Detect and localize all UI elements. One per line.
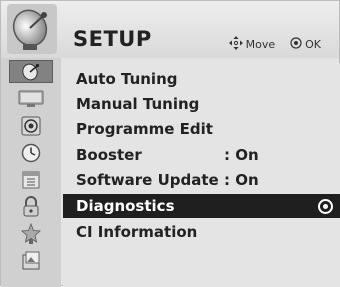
option-calendar-icon[interactable] [9, 168, 53, 191]
menu-header: SETUP Move OK [1, 1, 339, 58]
menu-item-booster[interactable]: Booster : On [63, 143, 340, 167]
setup-menu-window: SETUP Move OK Auto Tuning Manual Tuning … [0, 0, 340, 287]
setup-menu-list: Auto Tuning Manual Tuning Programme Edit Bo… [63, 63, 340, 287]
menu-item-programme-edit[interactable]: Programme Edit [63, 117, 340, 141]
category-sidebar [1, 58, 61, 287]
menu-item-value: : On [224, 171, 259, 189]
menu-item-manual-tuning[interactable]: Manual Tuning [63, 92, 340, 116]
menu-item-label: CI Information [76, 223, 198, 241]
menu-item-label: Diagnostics [76, 197, 175, 215]
ok-hint-label: OK [305, 38, 321, 51]
ok-button-icon [290, 37, 302, 52]
input-star-icon[interactable] [9, 222, 53, 245]
menu-item-label: Programme Edit [76, 120, 213, 138]
four-way-arrow-icon [228, 36, 243, 53]
lock-icon[interactable] [9, 195, 53, 218]
menu-item-value: : On [224, 146, 259, 164]
time-clock-icon[interactable] [9, 141, 53, 164]
menu-item-auto-tuning[interactable]: Auto Tuning [63, 67, 340, 91]
setup-dish-icon[interactable] [9, 60, 53, 83]
menu-item-software-update[interactable]: Software Update : On [63, 168, 340, 192]
page-title: SETUP [73, 27, 152, 51]
menu-item-label: Booster [76, 146, 142, 164]
picture-screen-icon[interactable] [9, 87, 53, 110]
navigation-hint: Move OK [228, 36, 321, 53]
satellite-dish-icon [5, 2, 59, 56]
audio-speaker-icon[interactable] [9, 114, 53, 137]
menu-item-label: Auto Tuning [76, 70, 178, 88]
menu-item-label: Software Update [76, 171, 219, 189]
menu-item-diagnostics[interactable]: Diagnostics [63, 194, 340, 218]
move-hint-label: Move [245, 38, 276, 51]
menu-item-ci-information[interactable]: CI Information [63, 220, 340, 244]
ok-select-icon [318, 199, 333, 214]
menu-item-label: Manual Tuning [76, 95, 200, 113]
usb-photo-icon[interactable] [9, 249, 53, 272]
